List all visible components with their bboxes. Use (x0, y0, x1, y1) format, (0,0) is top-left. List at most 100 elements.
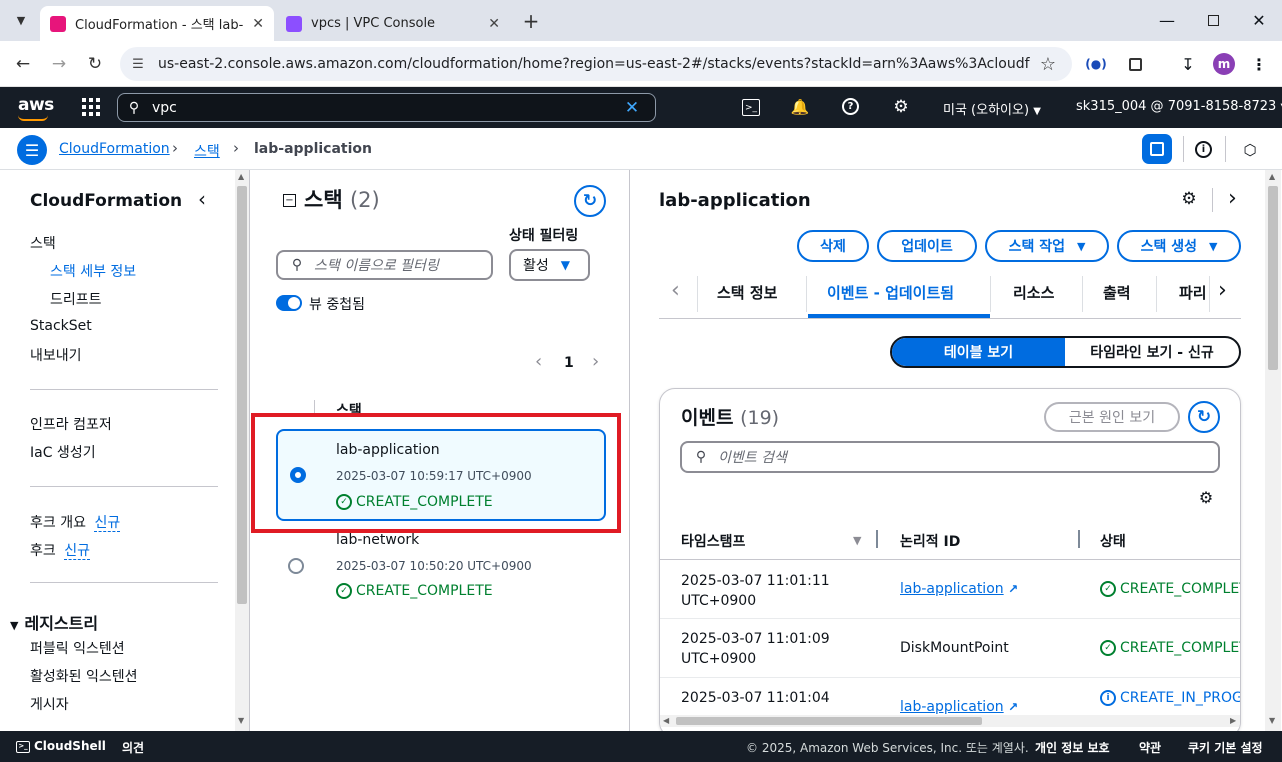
tab-stack-info[interactable]: 스택 정보 (717, 282, 777, 303)
column-header-timestamp[interactable]: 타임스탬프 (681, 531, 745, 551)
nested-view-toggle[interactable] (276, 295, 302, 311)
stack-card-lab-network[interactable]: lab-network 2025-03-07 10:50:20 UTC+0900… (276, 524, 606, 604)
column-header-status[interactable]: 상태 (1100, 531, 1126, 551)
scroll-left-arrow-icon[interactable]: ◀ (663, 716, 669, 725)
tab-outputs[interactable]: 출력 (1103, 282, 1131, 303)
events-horizontal-scrollbar[interactable]: ◀ ▶ (660, 715, 1240, 727)
close-window-button[interactable]: ✕ (1244, 8, 1274, 32)
url-bar[interactable]: us-east-2.console.aws.amazon.com/cloudfo… (120, 47, 1072, 81)
sidebar-item-stacks[interactable]: 스택 (30, 233, 56, 253)
stack-actions-button[interactable]: 스택 작업 ▼ (985, 230, 1109, 262)
tab-parameters[interactable]: 파리 (1179, 282, 1207, 303)
q-assistant-icon[interactable]: ⬡ (1241, 141, 1259, 159)
hamburger-menu-icon[interactable]: ☰ (17, 135, 47, 165)
timeline-view-button[interactable]: 타임라인 보기 - 신규 (1065, 338, 1239, 366)
page-scroll-thumb[interactable] (1268, 186, 1278, 370)
minimize-window-button[interactable]: — (1152, 8, 1182, 32)
pagination-next-icon[interactable]: › (592, 351, 599, 372)
sidebar-item-stackset[interactable]: StackSet (30, 318, 92, 334)
tab-search-button[interactable]: ▼ (8, 7, 34, 33)
sidebar-item-publisher[interactable]: 게시자 (30, 694, 69, 714)
sidebar-item-activated-extensions[interactable]: 활성화된 익스텐션 (30, 666, 138, 686)
account-menu[interactable]: sk315_004 @ 7091-8158-8723 ▼ (1076, 99, 1282, 114)
clear-search-icon[interactable]: ✕ (622, 98, 642, 118)
cloudshell-button[interactable]: >_ CloudShell (16, 739, 106, 753)
breadcrumb-stacks[interactable]: 스택 (194, 141, 220, 161)
column-header-logical-id[interactable]: 논리적 ID (900, 531, 960, 551)
profile-avatar[interactable]: m (1213, 53, 1235, 75)
reload-icon[interactable]: ↻ (80, 49, 110, 79)
sidebar-item-iac-generator[interactable]: IaC 생성기 (30, 442, 96, 462)
services-grid-icon[interactable] (82, 98, 100, 116)
event-logical-id[interactable]: lab-application (900, 699, 1004, 715)
sidebar-item-infrastructure-composer[interactable]: 인프라 컴포저 (30, 414, 112, 434)
bookmark-star-icon[interactable]: ☆ (1037, 54, 1059, 75)
delete-button[interactable]: 삭제 (797, 230, 869, 262)
refresh-stacks-button[interactable]: ↻ (574, 185, 606, 217)
event-logical-id[interactable]: lab-application (900, 581, 1004, 597)
tab-resources[interactable]: 리소스 (1013, 282, 1054, 303)
collapse-panel-icon[interactable]: − (283, 194, 296, 207)
sidebar-scroll-thumb[interactable] (237, 186, 247, 604)
puzzle-extensions-icon[interactable] (1124, 53, 1146, 75)
close-tab-icon[interactable]: ✕ (252, 16, 264, 32)
sidebar-title[interactable]: CloudFormation (30, 191, 182, 211)
stack-name-filter-input[interactable]: 스택 이름으로 필터링 (276, 250, 493, 280)
sidebar-item-drift[interactable]: 드리프트 (50, 289, 102, 309)
site-settings-icon[interactable]: ☰ (128, 55, 148, 73)
tabs-scroll-right-icon[interactable]: › (1218, 278, 1227, 303)
scroll-down-arrow-icon[interactable]: ▼ (238, 716, 244, 725)
breadcrumb-cloudformation[interactable]: CloudFormation (59, 141, 170, 157)
stack-radio[interactable] (288, 558, 304, 574)
events-search-input[interactable]: 이벤트 검색 (680, 441, 1220, 473)
aws-logo[interactable]: aws (18, 95, 54, 115)
table-view-button[interactable]: 테이블 보기 (892, 338, 1065, 366)
feedback-link[interactable]: 의견 (122, 739, 144, 756)
aws-search-input[interactable]: vpc (117, 93, 656, 122)
scroll-right-arrow-icon[interactable]: ▶ (1230, 716, 1236, 725)
page-scrollbar[interactable]: ▲ ▼ (1265, 170, 1281, 731)
scroll-up-arrow-icon[interactable]: ▲ (1269, 172, 1275, 181)
terms-link[interactable]: 약관 (1139, 739, 1161, 756)
sidebar-scrollbar[interactable]: ▲ ▼ (235, 170, 249, 731)
notifications-bell-icon[interactable]: 🔔 (790, 97, 810, 117)
help-icon[interactable]: ? (842, 98, 859, 115)
split-panel-icon[interactable] (1142, 134, 1172, 164)
table-settings-gear-icon[interactable]: ⚙ (1196, 487, 1216, 507)
chevron-right-icon[interactable]: › (1228, 186, 1237, 211)
settings-gear-icon[interactable]: ⚙ (891, 97, 911, 117)
sidebar-item-public-extensions[interactable]: 퍼블릭 익스텐션 (30, 638, 125, 658)
status-filter-select[interactable]: 활성 ▼ (509, 249, 590, 281)
browser-menu-icon[interactable]: ⋮ (1249, 53, 1269, 75)
collapse-sidebar-icon[interactable]: ‹ (198, 187, 206, 211)
sort-descending-icon[interactable]: ▼ (853, 534, 861, 547)
update-button[interactable]: 업데이트 (877, 230, 977, 262)
event-logical-id-link[interactable]: lab-application ↗ (900, 581, 1018, 597)
region-selector[interactable]: 미국 (오하이오) ▼ (943, 99, 1041, 118)
browser-tab-cloudformation[interactable]: CloudFormation - 스택 lab-application ✕ (40, 6, 274, 41)
sidebar-item-exports[interactable]: 내보내기 (30, 345, 82, 365)
tabs-scroll-left-icon[interactable]: ‹ (671, 278, 680, 303)
info-panel-icon[interactable]: i (1195, 141, 1212, 158)
back-arrow-icon[interactable]: ← (8, 49, 38, 79)
create-stack-button[interactable]: 스택 생성 ▼ (1117, 230, 1241, 262)
browser-tab-vpc[interactable]: vpcs | VPC Console ✕ (276, 6, 510, 41)
pagination-page[interactable]: 1 (564, 355, 574, 371)
sidebar-item-hooks[interactable]: 후크 신규 (30, 540, 90, 560)
event-logical-id-link[interactable]: lab-application ↗ (900, 699, 1018, 715)
sidebar-item-hooks-overview[interactable]: 후크 개요 신규 (30, 512, 121, 532)
root-cause-button[interactable]: 근본 원인 보기 (1044, 402, 1180, 432)
pagination-prev-icon[interactable]: ‹ (535, 351, 542, 372)
download-icon[interactable]: ↧ (1177, 53, 1199, 75)
tab-events[interactable]: 이벤트 - 업데이트됨 (827, 282, 954, 303)
close-tab-icon[interactable]: ✕ (488, 16, 500, 32)
stack-name[interactable]: lab-network (336, 532, 419, 548)
forward-arrow-icon[interactable]: → (44, 49, 74, 79)
scroll-down-arrow-icon[interactable]: ▼ (1269, 716, 1275, 725)
sidebar-item-stack-details[interactable]: 스택 세부 정보 (50, 261, 136, 281)
registry-section-toggle[interactable]: ▼ 레지스트리 (10, 610, 98, 634)
new-tab-button[interactable]: + (518, 8, 544, 34)
privacy-link[interactable]: 개인 정보 보호 (1035, 739, 1110, 756)
settings-gear-icon[interactable]: ⚙ (1179, 189, 1199, 209)
horizontal-scroll-thumb[interactable] (676, 717, 982, 725)
